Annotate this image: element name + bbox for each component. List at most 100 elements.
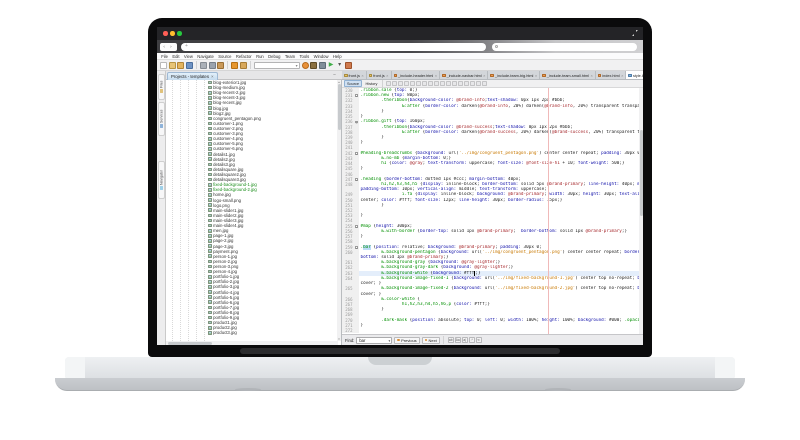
redo-icon[interactable] [240, 62, 247, 69]
shift-right-icon[interactable] [458, 81, 463, 86]
fold-collapse-icon[interactable]: − [355, 94, 358, 97]
menu-item-run[interactable]: Run [254, 54, 266, 59]
close-icon[interactable]: × [361, 73, 364, 78]
new-file-icon[interactable] [160, 62, 167, 69]
configuration-combobox[interactable]: ▾ [254, 62, 300, 69]
menu-item-tools[interactable]: Tools [297, 54, 311, 59]
back-icon[interactable] [392, 81, 397, 86]
fullscreen-icon[interactable] [632, 30, 638, 36]
editor-tab[interactable]: style.less× [626, 71, 643, 80]
menu-item-refactor[interactable]: Refactor [234, 54, 254, 59]
fold-collapse-icon[interactable]: − [355, 121, 358, 124]
find-next-button[interactable]: Next [422, 337, 440, 344]
find-previous-button[interactable]: Previous [394, 337, 419, 344]
regex-icon[interactable]: .* [469, 337, 475, 343]
menu-item-source[interactable]: Source [216, 54, 234, 59]
tree-item[interactable]: product3.jpg [166, 330, 338, 335]
source-view-button[interactable]: Source [344, 80, 362, 87]
search-input[interactable] [492, 43, 637, 51]
cut-icon[interactable] [200, 62, 207, 69]
undo-icon[interactable] [231, 62, 238, 69]
projects-tab[interactable]: Projects - templates × [167, 72, 218, 80]
editor-vertical-scrollbar[interactable] [639, 88, 643, 334]
last-edit-icon[interactable] [386, 81, 391, 86]
wrap-search-icon[interactable]: ↻ [476, 337, 482, 343]
next-occurrence-icon[interactable] [428, 81, 433, 86]
tree-vertical-scrollbar[interactable]: ▴ ▾ [337, 80, 341, 341]
run-dropdown-icon[interactable]: ▾ [336, 62, 343, 69]
settings-icon[interactable] [302, 62, 309, 69]
menu-item-edit[interactable]: Edit [170, 54, 182, 59]
sidebar-tab-navigator[interactable]: Navigator [158, 161, 165, 199]
menu-item-debug[interactable]: Debug [266, 54, 283, 59]
new-project-icon[interactable] [169, 62, 176, 69]
run-project-icon[interactable]: ▶ [328, 62, 335, 69]
forward-icon[interactable] [398, 81, 403, 86]
replace-icon[interactable] [416, 81, 421, 86]
copy-icon[interactable] [209, 62, 216, 69]
menu-item-window[interactable]: Window [311, 54, 330, 59]
editor-tab[interactable]: _include-header.html× [392, 71, 441, 80]
fold-collapse-icon[interactable]: − [355, 246, 358, 249]
comment-icon[interactable] [464, 81, 469, 86]
history-view-button[interactable]: History [364, 81, 380, 86]
chevron-down-icon[interactable]: ▾ [389, 338, 391, 345]
editor-tab[interactable]: front.js× [342, 71, 367, 80]
scrollbar-thumb[interactable] [168, 342, 212, 345]
fold-collapse-icon[interactable]: − [355, 152, 358, 155]
sidebar-tab-files[interactable]: Files [158, 74, 165, 100]
build-project-icon[interactable] [310, 62, 317, 69]
save-all-icon[interactable] [186, 62, 193, 69]
scrollbar-thumb[interactable] [640, 130, 643, 216]
clean-build-icon[interactable] [319, 62, 326, 69]
close-window-button[interactable] [163, 31, 168, 36]
previous-occurrence-icon[interactable] [422, 81, 427, 86]
address-bar[interactable]: + [181, 43, 486, 51]
window-titlebar[interactable] [157, 27, 643, 40]
whole-words-icon[interactable]: a| [462, 337, 468, 343]
highlight-results-icon[interactable]: ab [448, 337, 454, 343]
code-editor[interactable]: 230.ribbon.sale {top: 0;}231−.ribbon.new… [342, 88, 643, 334]
profiler-icon[interactable] [345, 62, 352, 69]
find-input[interactable]: bar ▾ [356, 337, 392, 344]
previous-bookmark-icon[interactable] [440, 81, 445, 86]
close-icon[interactable]: × [621, 73, 624, 78]
menu-item-navigate[interactable]: Navigate [195, 54, 216, 59]
find-selection-icon[interactable] [404, 81, 409, 86]
close-icon[interactable]: × [483, 73, 486, 78]
menu-item-view[interactable]: View [182, 54, 195, 59]
menu-item-help[interactable]: Help [331, 54, 344, 59]
minimize-window-button[interactable] [170, 31, 175, 36]
scrollbar-thumb[interactable] [338, 84, 341, 130]
match-case-icon[interactable]: Aa [455, 337, 461, 343]
fold-collapse-icon[interactable]: − [355, 178, 358, 181]
sidebar-tab-services[interactable]: Services [158, 102, 165, 136]
uncomment-icon[interactable] [470, 81, 475, 86]
minimize-panel-button[interactable]: − [333, 73, 336, 78]
toggle-highlight-icon[interactable] [434, 81, 439, 86]
macro-stop-icon[interactable] [482, 81, 487, 86]
find-icon[interactable] [410, 81, 415, 86]
code-line[interactable]: 272 [342, 328, 643, 333]
editor-tab[interactable]: index.html× [596, 71, 627, 80]
close-icon[interactable]: × [534, 73, 537, 78]
tree-horizontal-scrollbar[interactable] [166, 341, 338, 345]
shift-left-icon[interactable] [452, 81, 457, 86]
fold-collapse-icon[interactable]: − [355, 225, 358, 228]
menu-item-team[interactable]: Team [283, 54, 298, 59]
editor-tab[interactable]: _include-team-small.html× [540, 71, 596, 80]
zoom-window-button[interactable] [177, 31, 182, 36]
paste-icon[interactable] [217, 62, 224, 69]
close-icon[interactable]: × [434, 73, 437, 78]
back-forward-buttons[interactable]: ‹ › [160, 43, 177, 51]
macro-start-icon[interactable] [476, 81, 481, 86]
editor-tab[interactable]: _include-navbar.html× [440, 71, 488, 80]
close-icon[interactable]: × [386, 73, 389, 78]
close-icon[interactable]: × [590, 73, 593, 78]
open-project-icon[interactable] [177, 62, 184, 69]
next-bookmark-icon[interactable] [446, 81, 451, 86]
close-icon[interactable]: × [211, 74, 214, 79]
editor-tab[interactable]: _include-team-big.html× [488, 71, 540, 80]
editor-tab[interactable]: front.js× [367, 71, 392, 80]
menu-item-file[interactable]: File [159, 54, 170, 59]
